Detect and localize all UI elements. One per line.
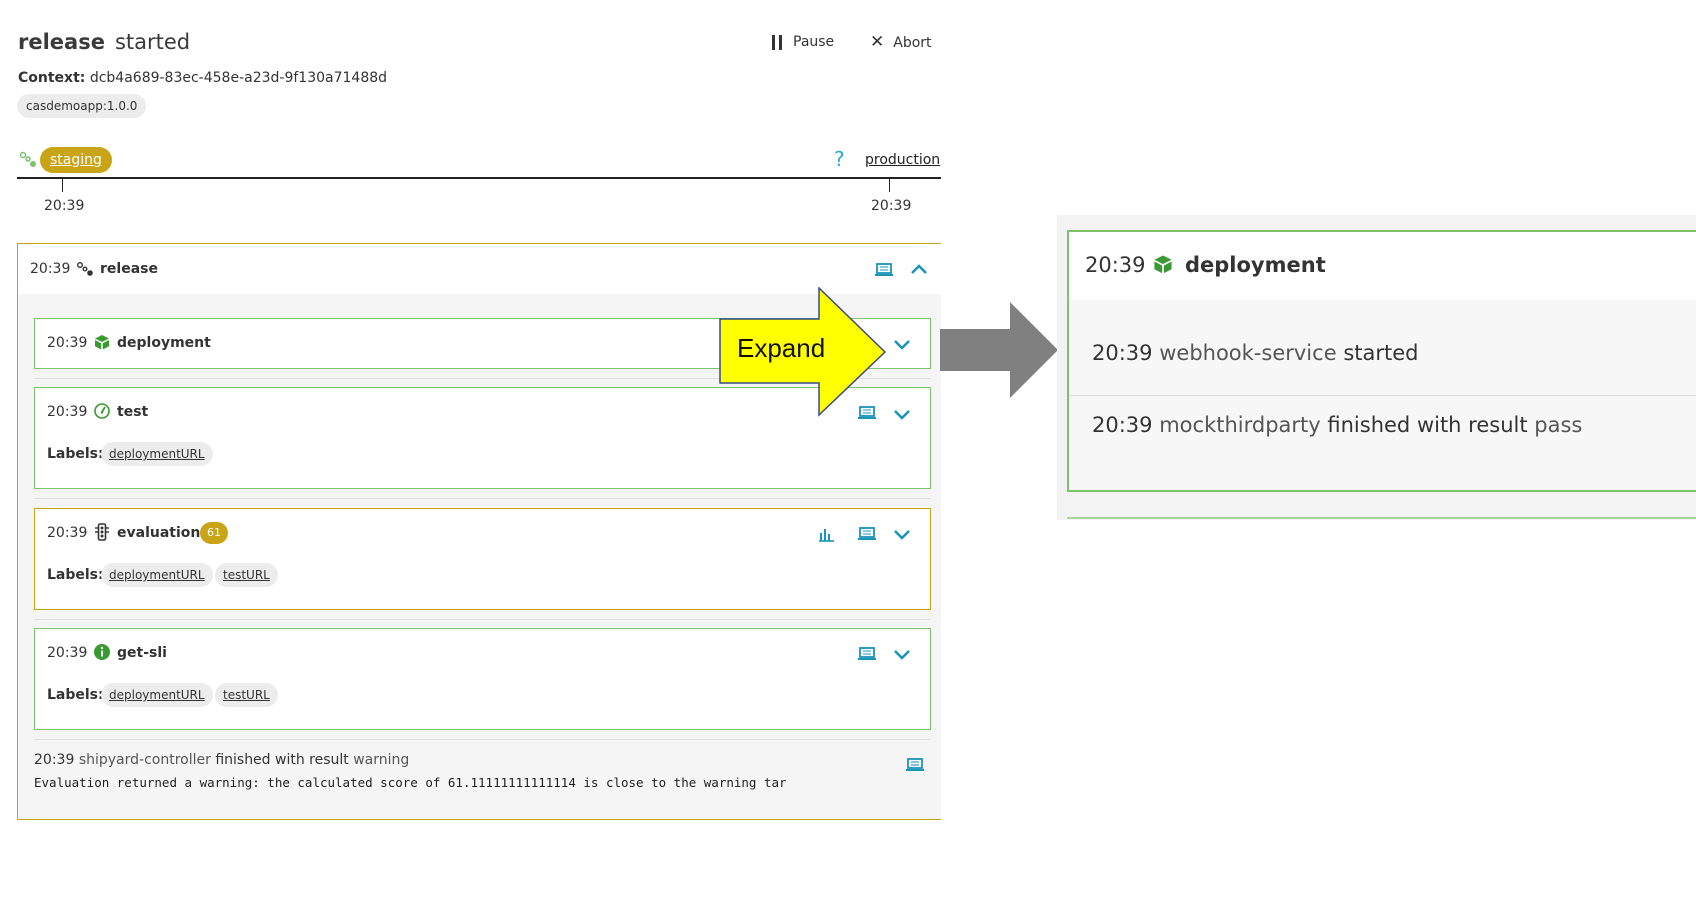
zoom-next-card-edge <box>1067 517 1696 519</box>
chevron-down-icon[interactable] <box>892 644 912 664</box>
divider <box>34 739 931 740</box>
view-events-icon[interactable] <box>905 755 925 775</box>
labels-title: Labels: <box>47 567 104 583</box>
view-events-icon[interactable] <box>857 524 877 544</box>
pause-label: Pause <box>793 34 835 50</box>
task-evaluation[interactable]: 20:39 evaluation 61 Labels: deploymentUR… <box>34 508 931 610</box>
expand-callout-text: Expand <box>737 333 826 363</box>
event-time: 20:39 <box>34 752 75 768</box>
traffic-light-icon <box>95 523 109 541</box>
view-events-icon[interactable] <box>857 644 877 664</box>
labels-title: Labels: <box>47 687 104 703</box>
chevron-down-icon[interactable] <box>892 524 912 544</box>
label-chip[interactable]: deploymentURL <box>101 563 213 587</box>
divider <box>1069 395 1696 396</box>
stage-staging-link[interactable]: staging <box>40 147 112 173</box>
info-icon <box>94 644 110 660</box>
timeline-tick <box>889 179 890 192</box>
task-name: get-sli <box>117 645 167 661</box>
sequence-icon <box>77 262 93 276</box>
divider <box>34 498 931 499</box>
pause-button[interactable]: Pause <box>772 34 834 50</box>
context-id: dcb4a689-83ec-458e-a23d-9f130a71488d <box>89 70 388 86</box>
task-name: evaluation <box>117 525 201 541</box>
abort-label: Abort <box>893 34 932 51</box>
artifact-chip: casdemoapp:1.0.0 <box>17 94 147 118</box>
task-name: deployment <box>117 335 211 351</box>
test-gauge-icon <box>94 403 110 419</box>
deployment-box-icon <box>95 335 109 350</box>
context-line: Context: dcb4a689-83ec-458e-a23d-9f130a7… <box>18 70 387 86</box>
event-source: shipyard-controller <box>78 752 211 768</box>
label-chip[interactable]: testURL <box>215 683 278 707</box>
event-source: webhook-service <box>1159 341 1337 365</box>
task-time: 20:39 <box>47 645 88 661</box>
event-time: 20:39 <box>1092 341 1153 365</box>
event-result: pass <box>1534 413 1583 437</box>
event-text: finished with result <box>215 752 349 768</box>
event-text: finished with result <box>1327 413 1528 437</box>
stage-production-link[interactable]: production <box>865 152 940 168</box>
view-events-icon[interactable] <box>874 260 894 280</box>
sequence-icon <box>19 151 36 167</box>
task-time: 20:39 <box>47 525 88 541</box>
context-label: Context: <box>18 70 86 86</box>
chevron-down-icon[interactable] <box>892 404 912 424</box>
task-name: test <box>117 404 149 420</box>
label-chip[interactable]: deploymentURL <box>101 442 213 466</box>
abort-button[interactable]: ✕ Abort <box>870 34 932 51</box>
task-time: 20:39 <box>47 335 88 351</box>
event-source: mockthirdparty <box>1159 413 1321 437</box>
zoom-task-name: deployment <box>1185 253 1326 277</box>
timeline-tick <box>62 179 63 192</box>
zoom-event-row: 20:39 webhook-service started <box>1092 341 1418 365</box>
zoom-event-row: 20:39 mockthirdparty finished with resul… <box>1092 413 1582 437</box>
sequence-status: started <box>114 30 191 54</box>
pause-icon <box>772 34 782 50</box>
task-get-sli[interactable]: 20:39 get-sli Labels: deploymentURL test… <box>34 628 931 730</box>
labels-title: Labels: <box>47 446 104 462</box>
task-time: 20:39 <box>47 404 88 420</box>
chevron-down-icon[interactable] <box>892 334 912 354</box>
close-icon: ✕ <box>870 32 885 52</box>
label-chip[interactable]: testURL <box>215 563 278 587</box>
final-event-message: Evaluation returned a warning: the calcu… <box>34 775 787 790</box>
sequence-title: release <box>18 30 105 54</box>
divider <box>34 619 931 620</box>
chevron-up-icon[interactable] <box>909 259 929 279</box>
zoom-task-time: 20:39 <box>1085 253 1146 277</box>
sequence-time: 20:39 <box>30 261 71 277</box>
label-chip[interactable]: deploymentURL <box>101 683 213 707</box>
zoom-arrow-icon <box>940 302 1058 398</box>
help-icon[interactable]: ? <box>834 147 845 171</box>
bar-chart-icon[interactable] <box>816 524 836 544</box>
deployment-box-icon <box>1154 255 1172 274</box>
evaluation-score-badge: 61 <box>200 522 228 544</box>
timeline-axis <box>17 177 941 179</box>
sequence-name: release <box>100 261 158 277</box>
timeline-time-staging: 20:39 <box>44 198 85 214</box>
event-result: warning <box>353 752 410 768</box>
page-title: release started <box>18 30 190 54</box>
event-time: 20:39 <box>1092 413 1153 437</box>
timeline-time-production: 20:39 <box>871 198 912 214</box>
final-event-line: 20:39 shipyard-controller finished with … <box>34 752 409 768</box>
event-text: started <box>1343 341 1419 365</box>
